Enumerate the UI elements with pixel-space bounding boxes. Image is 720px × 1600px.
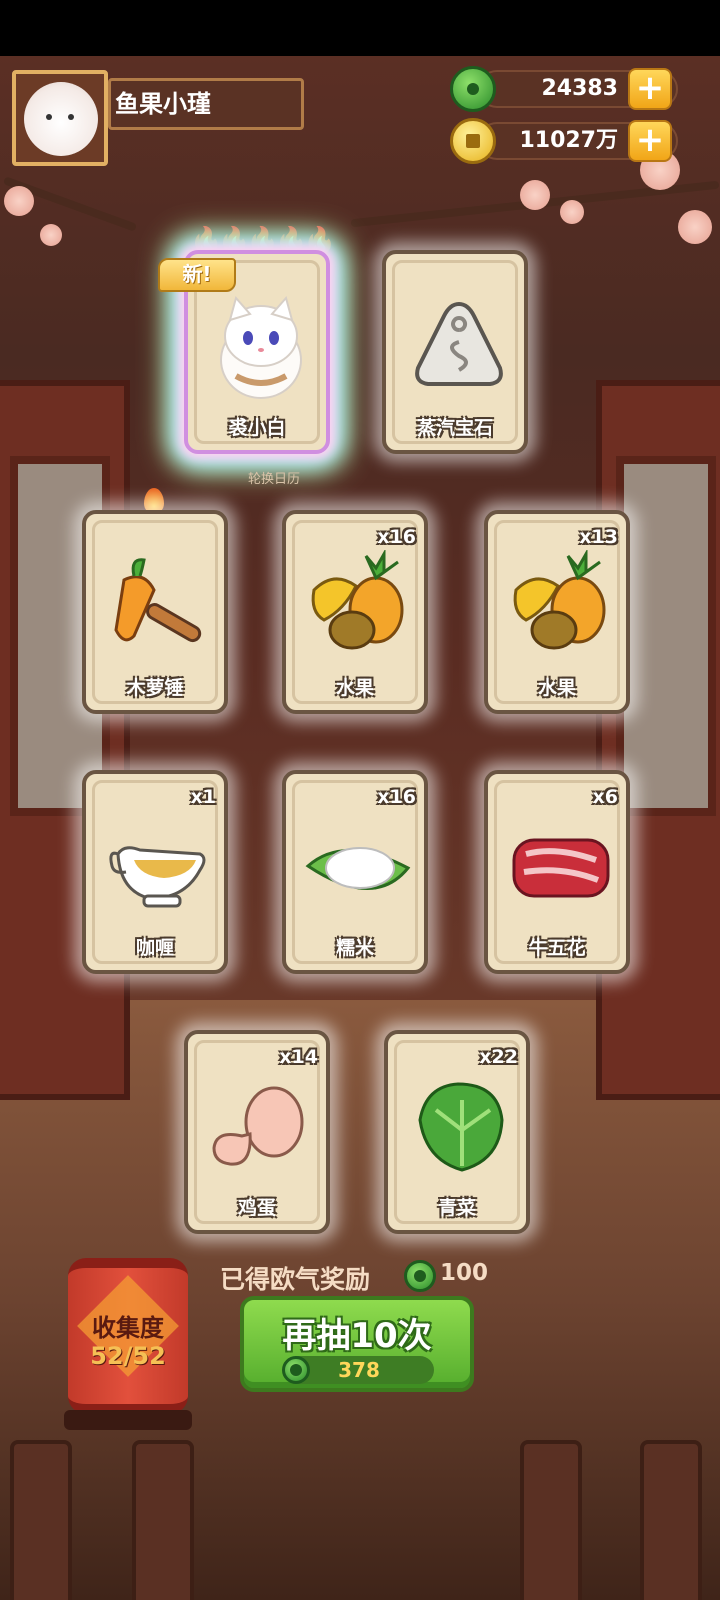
reward-card[interactable]: x16 糯米 <box>282 770 428 974</box>
green-vegetable-icon <box>418 1082 504 1172</box>
blossom-flower <box>520 180 550 210</box>
card-quantity: x16 <box>377 526 416 548</box>
fruit-icon <box>311 550 404 650</box>
left-door <box>0 380 130 1100</box>
jade-icon <box>450 66 496 112</box>
card-quantity: x16 <box>377 786 416 808</box>
player-name: 鱼果小瑾 <box>115 90 211 118</box>
eggs-icon <box>212 1086 304 1166</box>
card-label: 咖喱 <box>135 937 174 959</box>
card-label: 蒸汽宝石 <box>416 417 493 439</box>
draw-again-button[interactable]: 再抽10次 378 <box>240 1296 474 1392</box>
fence-post <box>10 1440 72 1600</box>
reward-card[interactable]: x1 咖喱 <box>82 770 228 974</box>
beef-belly-icon <box>512 838 610 898</box>
featured-card-item[interactable]: 蒸汽宝石 <box>382 250 528 454</box>
carrot-hammer-icon <box>114 558 202 643</box>
card-quantity: x14 <box>279 1046 318 1068</box>
blossom-flower <box>678 210 712 244</box>
fruit-icon <box>513 550 606 650</box>
game-screen: 鱼果小瑾 24383 + 11027万 + 🔥🔥🔥🔥🔥 裘小白 新! 蒸汽宝石 … <box>0 0 720 1600</box>
reward-card[interactable]: x16 水果 <box>282 510 428 714</box>
lantern-stand <box>64 1410 192 1430</box>
reward-card[interactable]: x13 水果 <box>484 510 630 714</box>
reward-card[interactable]: x22 青菜 <box>384 1030 530 1234</box>
white-cat-character-icon <box>220 295 302 399</box>
fence-post <box>132 1440 194 1600</box>
reward-card[interactable]: x14 鸡蛋 <box>184 1030 330 1234</box>
jade-amount: 24383 <box>541 76 618 101</box>
lucky-reward-label: 已得欧气奖励 <box>220 1265 371 1294</box>
card-quantity: x13 <box>579 526 618 548</box>
blossom-flower <box>560 200 584 224</box>
rotation-calendar-label: 轮换日历 <box>247 472 300 487</box>
fence-post <box>520 1440 582 1600</box>
blossom-flower <box>40 224 62 246</box>
door-window <box>616 456 716 816</box>
card-label: 水果 <box>335 677 374 699</box>
right-door <box>596 380 720 1100</box>
reward-card[interactable]: x6 牛五花 <box>484 770 630 974</box>
player-name-plate[interactable]: 鱼果小瑾 <box>108 78 304 130</box>
avatar-button[interactable] <box>12 70 108 166</box>
coin-amount: 11027万 <box>519 128 618 153</box>
collection-count: 52/52 <box>90 1342 166 1370</box>
add-coin-button[interactable]: + <box>628 120 672 162</box>
sticky-rice-icon <box>305 847 411 890</box>
steam-gem-icon <box>415 301 503 386</box>
status-bar <box>0 0 720 56</box>
fence-post <box>640 1440 702 1600</box>
card-label: 糯米 <box>335 937 374 959</box>
card-quantity: x1 <box>190 786 216 808</box>
draw-again-label: 再抽10次 <box>282 1316 432 1356</box>
draw-cost-value: 378 <box>338 1358 380 1382</box>
card-label: 青菜 <box>437 1197 476 1219</box>
jade-icon <box>282 1356 310 1384</box>
reward-card[interactable]: 木萝锤 <box>82 510 228 714</box>
card-label: 水果 <box>537 677 576 699</box>
card-quantity: x22 <box>479 1046 518 1068</box>
lucky-reward-value: 100 <box>440 1260 489 1286</box>
card-label: 裘小白 <box>228 417 286 439</box>
collection-lantern[interactable]: 收集度 52/52 <box>68 1258 188 1414</box>
card-label: 牛五花 <box>528 937 586 959</box>
card-label: 鸡蛋 <box>237 1197 276 1219</box>
curry-gravy-boat-icon <box>109 846 206 908</box>
coin-icon <box>450 118 496 164</box>
avatar <box>24 82 98 156</box>
collection-label: 收集度 <box>92 1314 164 1342</box>
blossom-flower <box>4 186 34 216</box>
card-quantity: x6 <box>592 786 618 808</box>
add-jade-button[interactable]: + <box>628 68 672 110</box>
jade-icon <box>404 1260 436 1292</box>
card-label: 木萝锤 <box>126 677 184 699</box>
new-badge: 新! <box>158 258 236 292</box>
